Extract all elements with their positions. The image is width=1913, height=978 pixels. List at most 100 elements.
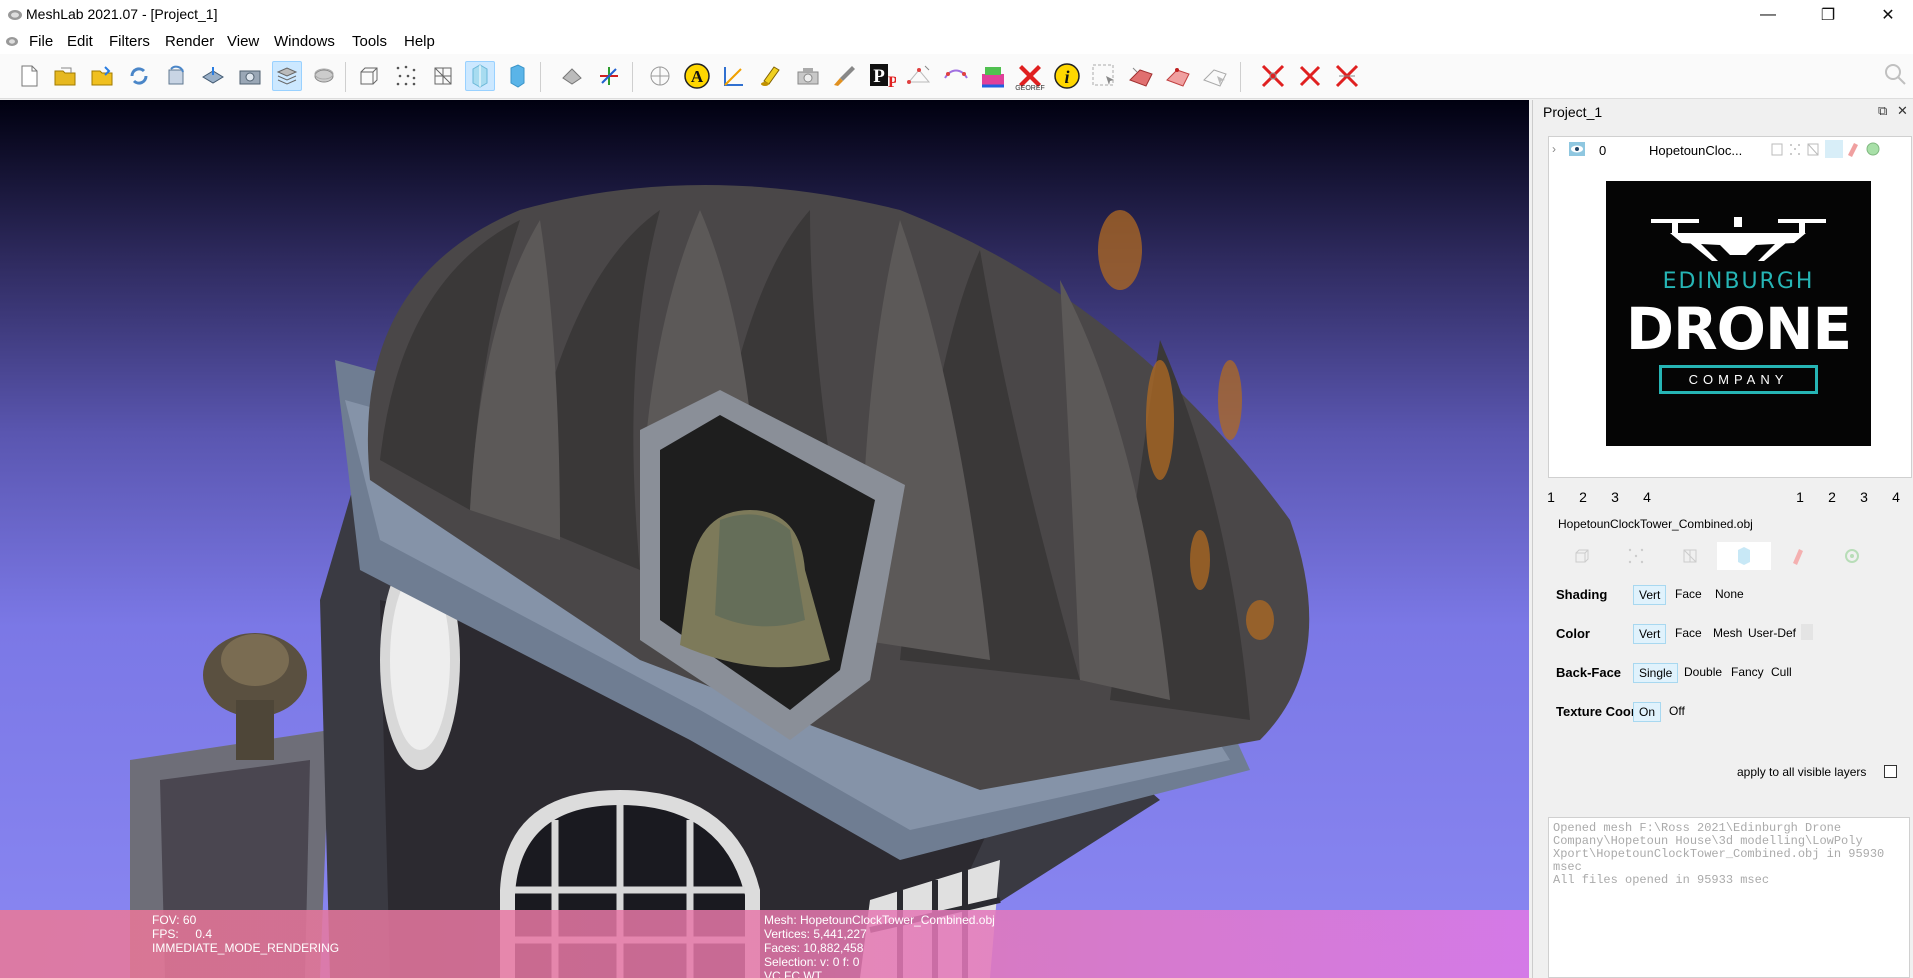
info-overlay: FOV: 60 FPS: 0.4 IMMEDIATE_MODE_RENDERIN… bbox=[0, 910, 1529, 978]
backface-fancy-option[interactable]: Fancy bbox=[1726, 663, 1769, 681]
delete-selected-icon[interactable] bbox=[1258, 61, 1288, 91]
svg-text:A: A bbox=[691, 67, 704, 86]
3d-viewport[interactable]: FOV: 60 FPS: 0.4 IMMEDIATE_MODE_RENDERIN… bbox=[0, 100, 1529, 978]
points-icon[interactable] bbox=[391, 61, 421, 91]
georef-icon[interactable]: GEOREF bbox=[1015, 61, 1045, 91]
tab-fill-icon[interactable] bbox=[1717, 542, 1771, 570]
tab-texture-icon[interactable] bbox=[1771, 542, 1825, 570]
lighting-icon[interactable] bbox=[557, 61, 587, 91]
wireframe-icon[interactable] bbox=[428, 61, 458, 91]
toolbar-separator bbox=[1240, 62, 1241, 92]
backface-double-option[interactable]: Double bbox=[1679, 663, 1727, 681]
paint-icon[interactable] bbox=[756, 61, 786, 91]
view-slot-1-button[interactable]: 1 bbox=[1541, 487, 1561, 507]
delete-vertices-red-icon[interactable] bbox=[1332, 61, 1362, 91]
select-arrow-icon[interactable] bbox=[1200, 61, 1230, 91]
shading-vert-option[interactable]: Vert bbox=[1633, 585, 1667, 605]
open-icon[interactable] bbox=[50, 61, 80, 91]
view-slot-3-button[interactable]: 3 bbox=[1605, 487, 1625, 507]
color-mesh-option[interactable]: Mesh bbox=[1708, 624, 1747, 642]
render-slot-4-button[interactable]: 4 bbox=[1886, 487, 1906, 507]
menu-help[interactable]: Help bbox=[404, 33, 435, 50]
color-paint-icon[interactable] bbox=[978, 61, 1008, 91]
color-userdef-option[interactable]: User-Def bbox=[1743, 624, 1801, 642]
layer-texture-icon[interactable] bbox=[1845, 141, 1861, 157]
smooth-shading-icon[interactable] bbox=[502, 61, 532, 91]
point-picker-icon[interactable]: PP bbox=[867, 61, 897, 91]
select-faces-icon[interactable] bbox=[904, 61, 934, 91]
render-slot-1-button[interactable]: 1 bbox=[1790, 487, 1810, 507]
tab-wireframe-icon[interactable] bbox=[1663, 542, 1717, 570]
layer-list[interactable]: › 0 HopetounCloc... EDINBURGH DRONE COMP… bbox=[1548, 136, 1912, 478]
flat-shading-icon[interactable] bbox=[465, 61, 495, 91]
reload-icon[interactable] bbox=[124, 61, 154, 91]
new-project-icon[interactable] bbox=[14, 61, 44, 91]
snapshot-icon[interactable] bbox=[235, 61, 265, 91]
view-slot-4-button[interactable]: 4 bbox=[1637, 487, 1657, 507]
texture-on-option[interactable]: On bbox=[1633, 702, 1662, 722]
layer-bbox-icon[interactable] bbox=[1771, 143, 1783, 156]
apply-all-layers-checkbox[interactable] bbox=[1884, 765, 1897, 778]
log-window[interactable]: Opened mesh F:\Ross 2021\Edinburgh Drone… bbox=[1548, 817, 1910, 978]
menu-filters[interactable]: Filters bbox=[109, 33, 150, 50]
minimize-button[interactable]: — bbox=[1745, 0, 1791, 30]
layer-wire-icon[interactable] bbox=[1807, 143, 1819, 156]
import-mesh-icon[interactable] bbox=[87, 61, 117, 91]
shading-face-option[interactable]: Face bbox=[1670, 585, 1707, 603]
delete-faces-red-icon[interactable] bbox=[1295, 61, 1325, 91]
select-vertices-icon[interactable] bbox=[645, 61, 675, 91]
layer-flat-icon[interactable] bbox=[1825, 140, 1843, 158]
color-vert-option[interactable]: Vert bbox=[1633, 624, 1667, 644]
backface-cull-option[interactable]: Cull bbox=[1766, 663, 1797, 681]
menu-windows[interactable]: Windows bbox=[274, 33, 335, 50]
camera-icon[interactable] bbox=[793, 61, 823, 91]
close-panel-icon[interactable]: ✕ bbox=[1897, 103, 1908, 119]
layer-disc-icon[interactable] bbox=[309, 61, 339, 91]
shading-label: Shading bbox=[1556, 587, 1608, 602]
search-icon[interactable] bbox=[1883, 62, 1907, 86]
render-slot-2-button[interactable]: 2 bbox=[1822, 487, 1842, 507]
logo-drone: DRONE bbox=[1625, 295, 1852, 363]
log-line: Opened mesh F:\Ross 2021\Edinburgh Drone… bbox=[1553, 821, 1892, 874]
axis-icon[interactable] bbox=[594, 61, 624, 91]
select-region-icon[interactable] bbox=[1089, 61, 1119, 91]
reload-all-icon[interactable] bbox=[161, 61, 191, 91]
render-slot-3-button[interactable]: 3 bbox=[1854, 487, 1874, 507]
float-panel-icon[interactable]: ⧉ bbox=[1878, 103, 1887, 119]
measure-icon[interactable] bbox=[719, 61, 749, 91]
layer-points-icon[interactable] bbox=[1789, 143, 1801, 156]
tab-decorators-icon[interactable] bbox=[1825, 542, 1879, 570]
shading-none-option[interactable]: None bbox=[1710, 585, 1749, 603]
apply-all-layers-label: apply to all visible layers bbox=[1737, 765, 1867, 779]
panel-title: Project_1 bbox=[1543, 104, 1603, 120]
menu-file[interactable]: File bbox=[29, 33, 53, 50]
color-face-option[interactable]: Face bbox=[1670, 624, 1707, 642]
view-slot-2-button[interactable]: 2 bbox=[1573, 487, 1593, 507]
main-toolbar: A PP GEOREF i bbox=[0, 54, 1913, 99]
color-swatch[interactable] bbox=[1801, 624, 1813, 640]
info-icon[interactable]: i bbox=[1052, 61, 1082, 91]
tab-bbox-icon[interactable] bbox=[1555, 542, 1609, 570]
layer-color-icon[interactable] bbox=[1865, 141, 1881, 157]
visibility-eye-icon[interactable] bbox=[1569, 142, 1585, 156]
close-button[interactable]: ✕ bbox=[1865, 0, 1911, 30]
annotation-icon[interactable]: A bbox=[682, 61, 712, 91]
brush-icon[interactable] bbox=[830, 61, 860, 91]
maximize-button[interactable]: ❐ bbox=[1805, 0, 1851, 30]
expand-arrow-icon[interactable]: › bbox=[1552, 142, 1556, 156]
export-mesh-icon[interactable] bbox=[198, 61, 228, 91]
texture-off-option[interactable]: Off bbox=[1664, 702, 1690, 720]
show-layers-icon[interactable] bbox=[272, 61, 302, 91]
menu-tools[interactable]: Tools bbox=[352, 33, 387, 50]
menu-edit[interactable]: Edit bbox=[67, 33, 93, 50]
logo-company: COMPANY bbox=[1659, 365, 1818, 394]
backface-single-option[interactable]: Single bbox=[1633, 663, 1679, 683]
menu-view[interactable]: View bbox=[227, 33, 259, 50]
tab-points-icon[interactable] bbox=[1609, 542, 1663, 570]
menu-render[interactable]: Render bbox=[165, 33, 214, 50]
bounding-box-icon[interactable] bbox=[354, 61, 384, 91]
layer-row[interactable]: › 0 HopetounCloc... bbox=[1549, 137, 1911, 163]
delete-vertices-icon[interactable] bbox=[1163, 61, 1193, 91]
delete-faces-icon[interactable] bbox=[1126, 61, 1156, 91]
connected-faces-icon[interactable] bbox=[941, 61, 971, 91]
